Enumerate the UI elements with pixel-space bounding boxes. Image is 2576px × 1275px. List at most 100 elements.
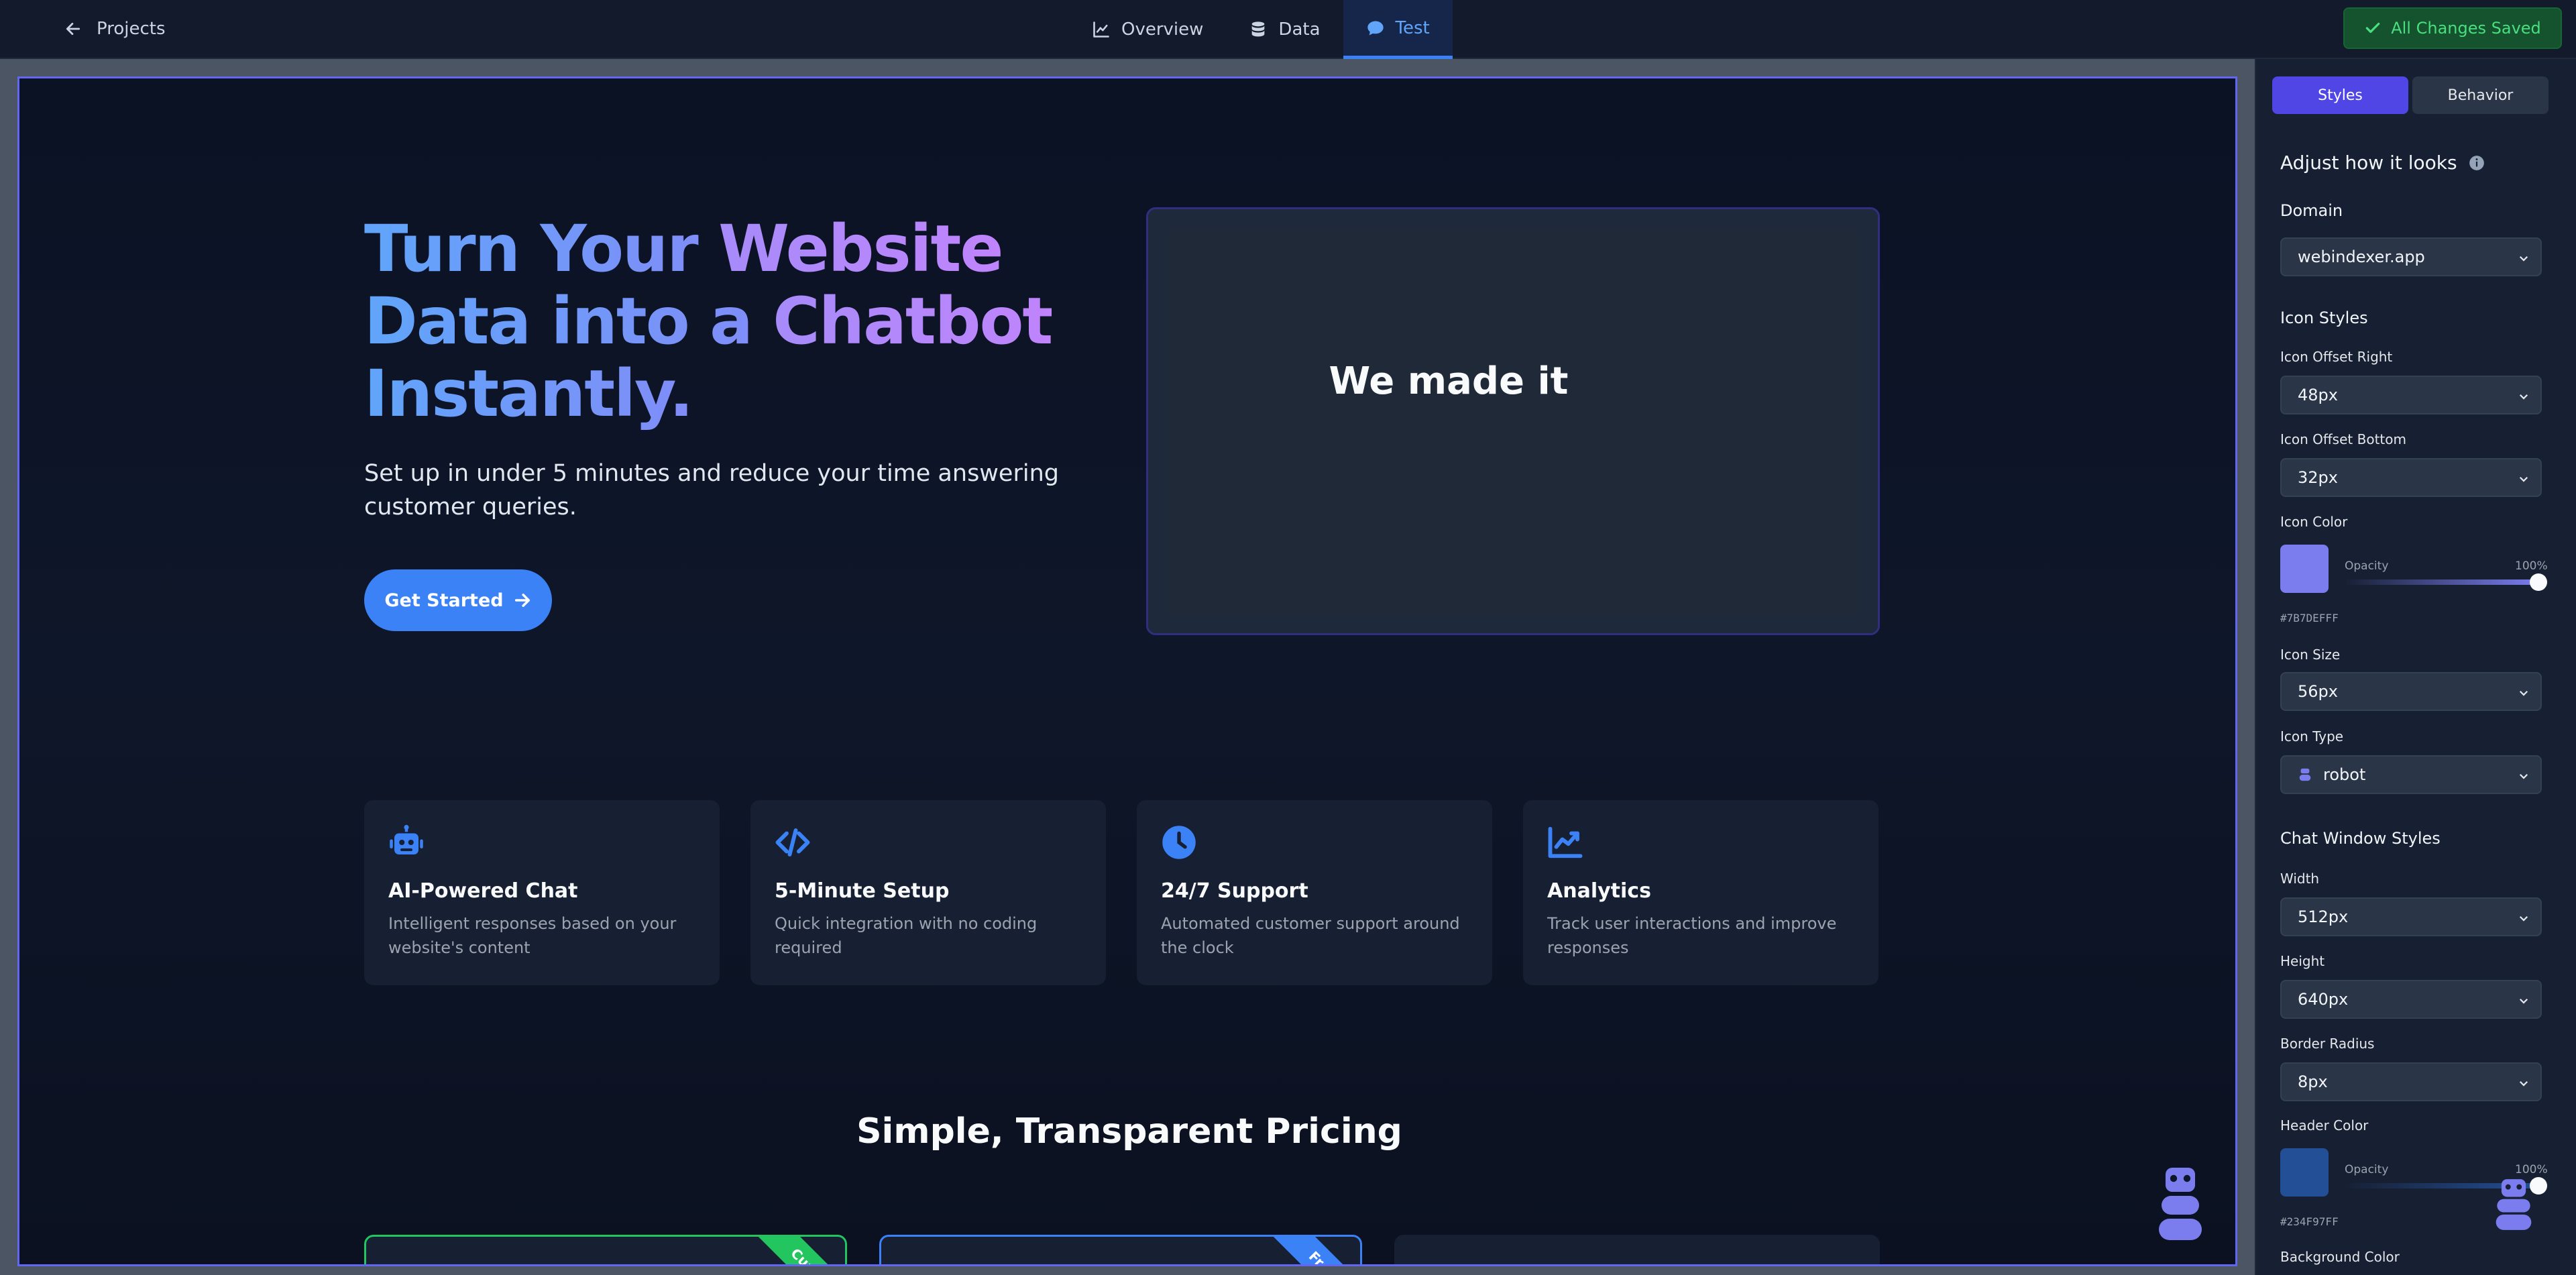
tab-data[interactable]: Data (1226, 0, 1343, 59)
hero-title-part-2: Website (718, 211, 1003, 286)
icon-offset-right-value: 48px (2298, 386, 2338, 404)
icon-type-select[interactable]: robot (2280, 755, 2542, 794)
chat-window-styles-heading: Chat Window Styles (2280, 829, 2441, 848)
feature-description: Quick integration with no coding require… (775, 914, 1038, 957)
demo-screen: We made it (1167, 228, 1859, 616)
icon-offset-right-select[interactable]: 48px (2280, 376, 2542, 414)
pricing-card (1394, 1235, 1880, 1264)
header-color-swatch[interactable] (2280, 1148, 2329, 1197)
get-started-button[interactable]: Get Started (364, 569, 552, 631)
border-radius-label: Border Radius (2280, 1036, 2375, 1052)
save-status-badge: All Changes Saved (2343, 7, 2562, 49)
icon-opacity-label: Opacity (2345, 559, 2389, 573)
tab-data-label: Data (1278, 19, 1321, 40)
pricing-card: Fre (879, 1235, 1362, 1264)
icon-color-label: Icon Color (2280, 514, 2348, 530)
icon-size-value: 56px (2298, 682, 2338, 701)
tab-test[interactable]: Test (1343, 0, 1453, 59)
chatbot-launcher-robot-icon[interactable] (2158, 1168, 2203, 1241)
icon-size-select[interactable]: 56px (2280, 672, 2542, 711)
pricing-ribbon: Curr (746, 1237, 845, 1264)
icon-styles-heading: Icon Styles (2280, 309, 2368, 327)
arrow-right-icon (514, 594, 530, 607)
header-color-hex: #234F97FF (2280, 1215, 2339, 1228)
panel-tabs: Styles Behavior (2272, 76, 2549, 114)
hero-title-part-1: Turn Your (364, 211, 719, 286)
tab-behavior[interactable]: Behavior (2412, 76, 2549, 114)
chatbot-launcher-robot-icon[interactable] (2495, 1179, 2532, 1230)
domain-label: Domain (2280, 201, 2343, 220)
info-icon[interactable] (2468, 154, 2485, 172)
width-select[interactable]: 512px (2280, 897, 2542, 936)
icon-color-hex: #7B7DEFFF (2280, 612, 2339, 624)
pricing-title: Simple, Transparent Pricing (856, 1111, 1402, 1152)
icon-type-value: robot (2323, 765, 2366, 784)
background-color-label: Background Color (2280, 1249, 2400, 1265)
chevron-down-icon (2519, 916, 2528, 922)
clock-icon (1162, 826, 1196, 859)
save-status-label: All Changes Saved (2391, 19, 2541, 38)
icon-opacity-slider[interactable] (2345, 579, 2539, 585)
hero-title-part-5: Instantly. (364, 356, 693, 431)
code-icon (775, 828, 810, 856)
chevron-down-icon (2519, 1080, 2528, 1087)
panel-title-text: Adjust how it looks (2280, 152, 2457, 174)
border-radius-select[interactable]: 8px (2280, 1062, 2542, 1101)
icon-offset-bottom-label: Icon Offset Bottom (2280, 431, 2406, 447)
back-label: Projects (97, 19, 166, 39)
feature-title: Analytics (1547, 879, 1651, 903)
feature-title: AI-Powered Chat (388, 879, 578, 903)
header-color-label: Header Color (2280, 1117, 2369, 1133)
back-to-projects-link[interactable]: Projects (64, 0, 166, 58)
pricing-card: Curr (364, 1235, 847, 1264)
icon-opacity-slider-thumb[interactable] (2530, 573, 2547, 591)
feature-title: 5-Minute Setup (775, 879, 950, 903)
settings-panel: Styles Behavior Adjust how it looks Doma… (2255, 59, 2576, 1275)
width-value: 512px (2298, 907, 2349, 926)
height-select[interactable]: 640px (2280, 980, 2542, 1019)
arrow-left-icon (66, 23, 80, 35)
demo-text: We made it (1329, 359, 1569, 403)
pricing-ribbon: Fre (1262, 1237, 1360, 1264)
width-label: Width (2280, 871, 2320, 887)
icon-offset-bottom-select[interactable]: 32px (2280, 458, 2542, 497)
tab-test-label: Test (1395, 17, 1430, 38)
tab-overview-label: Overview (1121, 19, 1204, 40)
chat-bubble-icon (1367, 21, 1384, 35)
chevron-down-icon (2519, 998, 2528, 1004)
feature-description: Track user interactions and improve resp… (1547, 914, 1837, 957)
icon-opacity-value: 100% (2515, 559, 2548, 573)
feature-card: AI-Powered Chat Intelligent responses ba… (364, 800, 720, 985)
hero-subtitle: Set up in under 5 minutes and reduce you… (364, 460, 1059, 520)
icon-offset-bottom-value: 32px (2298, 468, 2338, 487)
hero-title: Turn Your Website Data into a Chatbot In… (364, 213, 1102, 430)
chevron-down-icon (2519, 690, 2528, 696)
header-opacity-label: Opacity (2345, 1163, 2389, 1176)
icon-size-label: Icon Size (2280, 647, 2341, 663)
feature-card: 5-Minute Setup Quick integration with no… (750, 800, 1106, 985)
demo-frame: We made it (1146, 207, 1880, 635)
website-preview: Turn Your Website Data into a Chatbot In… (17, 76, 2237, 1266)
robot-icon (2299, 768, 2311, 781)
top-bar: Projects Overview Data Test All Changes … (0, 0, 2576, 59)
domain-value: webindexer.app (2298, 247, 2425, 266)
chevron-down-icon (2519, 476, 2528, 482)
chevron-down-icon (2519, 773, 2528, 779)
robot-icon (390, 824, 423, 854)
tab-overview[interactable]: Overview (1069, 0, 1226, 59)
hero-title-part-4: Chatbot (773, 284, 1053, 359)
feature-title: 24/7 Support (1161, 879, 1308, 903)
check-icon (2365, 22, 2380, 34)
line-chart-icon (1093, 21, 1109, 38)
icon-offset-right-label: Icon Offset Right (2280, 349, 2393, 365)
panel-title: Adjust how it looks (2280, 152, 2485, 174)
domain-select[interactable]: webindexer.app (2280, 237, 2542, 276)
height-value: 640px (2298, 990, 2349, 1009)
hero-title-part-3: Data into a (364, 284, 773, 359)
icon-color-swatch[interactable] (2280, 545, 2329, 593)
feature-card: Analytics Track user interactions and im… (1523, 800, 1879, 985)
chevron-down-icon (2519, 256, 2528, 262)
tab-styles[interactable]: Styles (2272, 76, 2408, 114)
height-label: Height (2280, 953, 2325, 969)
main-tabs: Overview Data Test (1069, 0, 1453, 59)
